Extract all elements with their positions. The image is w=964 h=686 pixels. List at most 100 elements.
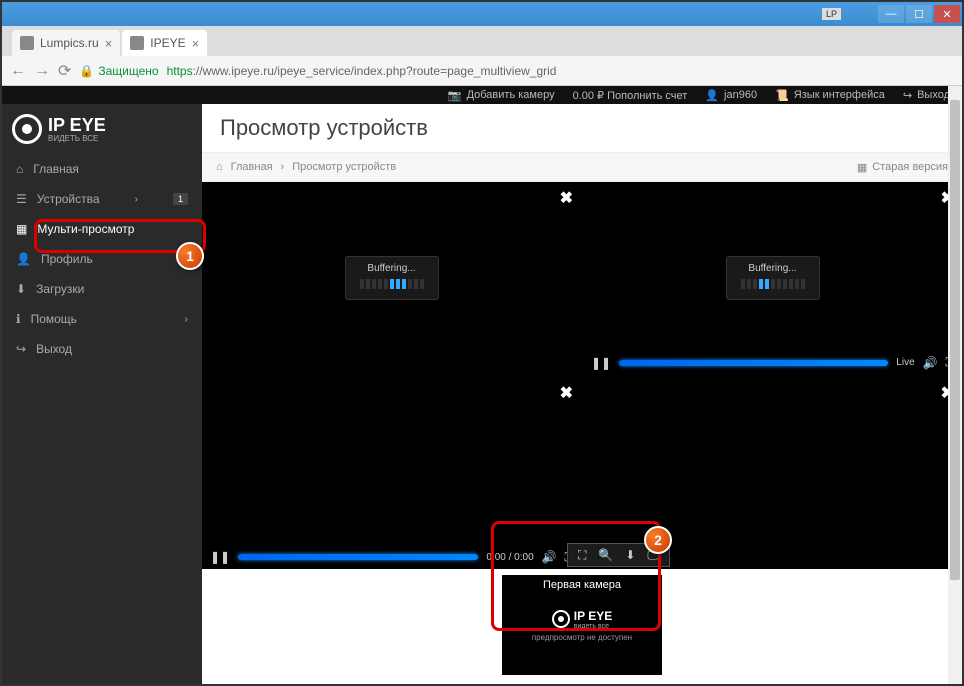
- grid-icon: ▦: [16, 222, 27, 236]
- logout-button[interactable]: ↪ Выход: [903, 89, 950, 102]
- nav-forward-icon[interactable]: →: [34, 62, 50, 80]
- thumbnail-row: ⛶ 🔍 ⬇ 🖵 Первая камера IP EYE видеть все …: [202, 569, 962, 684]
- list-icon: ☰: [16, 192, 27, 206]
- annotation-callout: 2: [644, 526, 672, 554]
- tab-title: IPEYE: [150, 36, 185, 50]
- time-label: 0:00 / 0:00: [486, 552, 533, 563]
- sidebar-item-exit[interactable]: ↪ Выход: [2, 334, 202, 364]
- pause-icon[interactable]: ❚❚: [591, 356, 611, 370]
- browser-tab[interactable]: IPEYE ×: [122, 30, 207, 56]
- player-controls: ❚❚ Live 🔊 ⛶: [583, 351, 962, 375]
- logo-eye-icon: [12, 114, 42, 144]
- thumbnail-logo: IP EYE видеть все: [552, 609, 612, 630]
- address-bar: ← → ⟳ 🔒 Защищено https://www.ipeye.ru/ip…: [2, 56, 962, 86]
- tab-close-icon[interactable]: ×: [105, 36, 113, 51]
- buffering-indicator: Buffering...: [345, 256, 439, 300]
- tab-close-icon[interactable]: ×: [192, 36, 200, 51]
- tab-title: Lumpics.ru: [40, 36, 99, 50]
- app-header: 📷 Добавить камеру 0.00 ₽ Пополнить счет …: [2, 86, 962, 104]
- sidebar-item-downloads[interactable]: ⬇ Загрузки: [2, 274, 202, 304]
- window-maximize-button[interactable]: ☐: [906, 5, 932, 23]
- close-icon[interactable]: ✖: [560, 383, 573, 403]
- balance-button[interactable]: 0.00 ₽ Пополнить счет: [573, 89, 688, 102]
- player-controls: ❚❚ 0:00 / 0:00 🔊 ⛶: [202, 545, 581, 569]
- breadcrumb-current: Просмотр устройств: [292, 161, 396, 173]
- breadcrumb-separator: ›: [281, 161, 285, 173]
- breadcrumb-home-link[interactable]: Главная: [231, 161, 273, 173]
- chevron-right-icon: ›: [135, 194, 138, 205]
- home-icon: ⌂: [16, 162, 23, 176]
- sidebar-item-label: Главная: [33, 162, 79, 176]
- sidebar-item-devices[interactable]: ☰ Устройства › 1: [2, 184, 202, 214]
- add-camera-button[interactable]: 📷 Добавить камеру: [448, 89, 555, 102]
- logo: IP EYE ВИДЕТЬ ВСЕ: [2, 104, 202, 154]
- page-title: Просмотр устройств: [202, 104, 962, 152]
- lp-badge: LP: [822, 8, 841, 20]
- progress-bar[interactable]: [238, 554, 478, 560]
- sidebar-item-home[interactable]: ⌂ Главная: [2, 154, 202, 184]
- buffering-indicator: Buffering...: [726, 256, 820, 300]
- expand-icon[interactable]: ⛶: [578, 548, 586, 563]
- live-label: Live: [896, 357, 914, 368]
- exit-icon: ↪: [16, 342, 26, 356]
- eye-icon: [552, 610, 570, 628]
- language-menu[interactable]: 📜 Язык интерфейса: [775, 89, 885, 102]
- logo-subtext: ВИДЕТЬ ВСЕ: [48, 134, 106, 143]
- nav-reload-icon[interactable]: ⟳: [58, 61, 71, 81]
- sidebar-item-label: Помощь: [31, 312, 77, 326]
- video-grid: ✖ Buffering... ✖ Buffering...: [202, 182, 962, 569]
- sidebar-item-label: Загрузки: [36, 282, 84, 296]
- camera-thumbnail[interactable]: Первая камера IP EYE видеть все предпрос…: [502, 575, 662, 675]
- scrollbar-vertical[interactable]: [948, 86, 962, 684]
- sidebar-item-label: Выход: [36, 342, 72, 356]
- window-minimize-button[interactable]: —: [878, 5, 904, 23]
- breadcrumb: ⌂ Главная › Просмотр устройств ▦ Старая …: [202, 152, 962, 182]
- app-body: IP EYE ВИДЕТЬ ВСЕ ⌂ Главная ☰ Устройства…: [2, 104, 962, 684]
- download-icon[interactable]: ⬇: [625, 548, 635, 562]
- buffering-text: Buffering...: [360, 263, 424, 274]
- favicon-icon: [130, 36, 144, 50]
- sidebar-item-label: Профиль: [41, 252, 93, 266]
- volume-icon[interactable]: 🔊: [542, 550, 557, 564]
- count-badge: 1: [173, 193, 188, 205]
- download-icon: ⬇: [16, 282, 26, 296]
- secure-label: Защищено: [98, 64, 158, 78]
- content-area: Просмотр устройств ⌂ Главная › Просмотр …: [202, 104, 962, 684]
- sidebar: IP EYE ВИДЕТЬ ВСЕ ⌂ Главная ☰ Устройства…: [2, 104, 202, 684]
- buffering-text: Buffering...: [741, 263, 805, 274]
- video-cell: ✖: [583, 377, 962, 570]
- buffer-bar: [741, 279, 805, 289]
- logo-text: IP EYE: [48, 116, 106, 134]
- progress-bar[interactable]: [619, 360, 888, 366]
- scrollbar-thumb[interactable]: [950, 100, 960, 580]
- annotation-callout: 1: [176, 242, 204, 270]
- video-cell: ✖ ❚❚ 0:00 / 0:00 🔊 ⛶: [202, 377, 581, 570]
- pause-icon[interactable]: ❚❚: [210, 550, 230, 564]
- browser-tab[interactable]: Lumpics.ru ×: [12, 30, 120, 56]
- old-version-link[interactable]: ▦ Старая версия: [857, 161, 948, 174]
- user-icon: 👤: [16, 252, 31, 266]
- url-text[interactable]: https://www.ipeye.ru/ipeye_service/index…: [167, 64, 557, 78]
- nav-back-icon[interactable]: ←: [10, 62, 26, 80]
- window-titlebar: LP — ☐ ✕: [2, 2, 962, 26]
- buffer-bar: [360, 279, 424, 289]
- sidebar-item-label: Мульти-просмотр: [37, 222, 134, 236]
- info-icon: ℹ: [16, 312, 21, 326]
- thumbnail-title: Первая камера: [543, 579, 621, 591]
- chevron-right-icon: ›: [185, 314, 188, 325]
- video-cell: ✖ Buffering... ❚❚ Live 🔊 ⛶: [583, 182, 962, 375]
- home-icon: ⌂: [216, 161, 223, 173]
- secure-indicator[interactable]: 🔒 Защищено: [79, 64, 158, 78]
- video-cell: ✖ Buffering...: [202, 182, 581, 375]
- sidebar-item-profile[interactable]: 👤 Профиль ›: [2, 244, 202, 274]
- close-icon[interactable]: ✖: [560, 188, 573, 208]
- sidebar-item-multiview[interactable]: ▦ Мульти-просмотр: [2, 214, 202, 244]
- user-menu[interactable]: 👤 jan960: [705, 89, 757, 102]
- lock-icon: 🔒: [79, 64, 94, 78]
- sidebar-item-help[interactable]: ℹ Помощь ›: [2, 304, 202, 334]
- search-icon[interactable]: 🔍: [598, 548, 613, 562]
- browser-tab-bar: Lumpics.ru × IPEYE ×: [2, 26, 962, 56]
- favicon-icon: [20, 36, 34, 50]
- volume-icon[interactable]: 🔊: [923, 356, 938, 370]
- window-close-button[interactable]: ✕: [934, 5, 960, 23]
